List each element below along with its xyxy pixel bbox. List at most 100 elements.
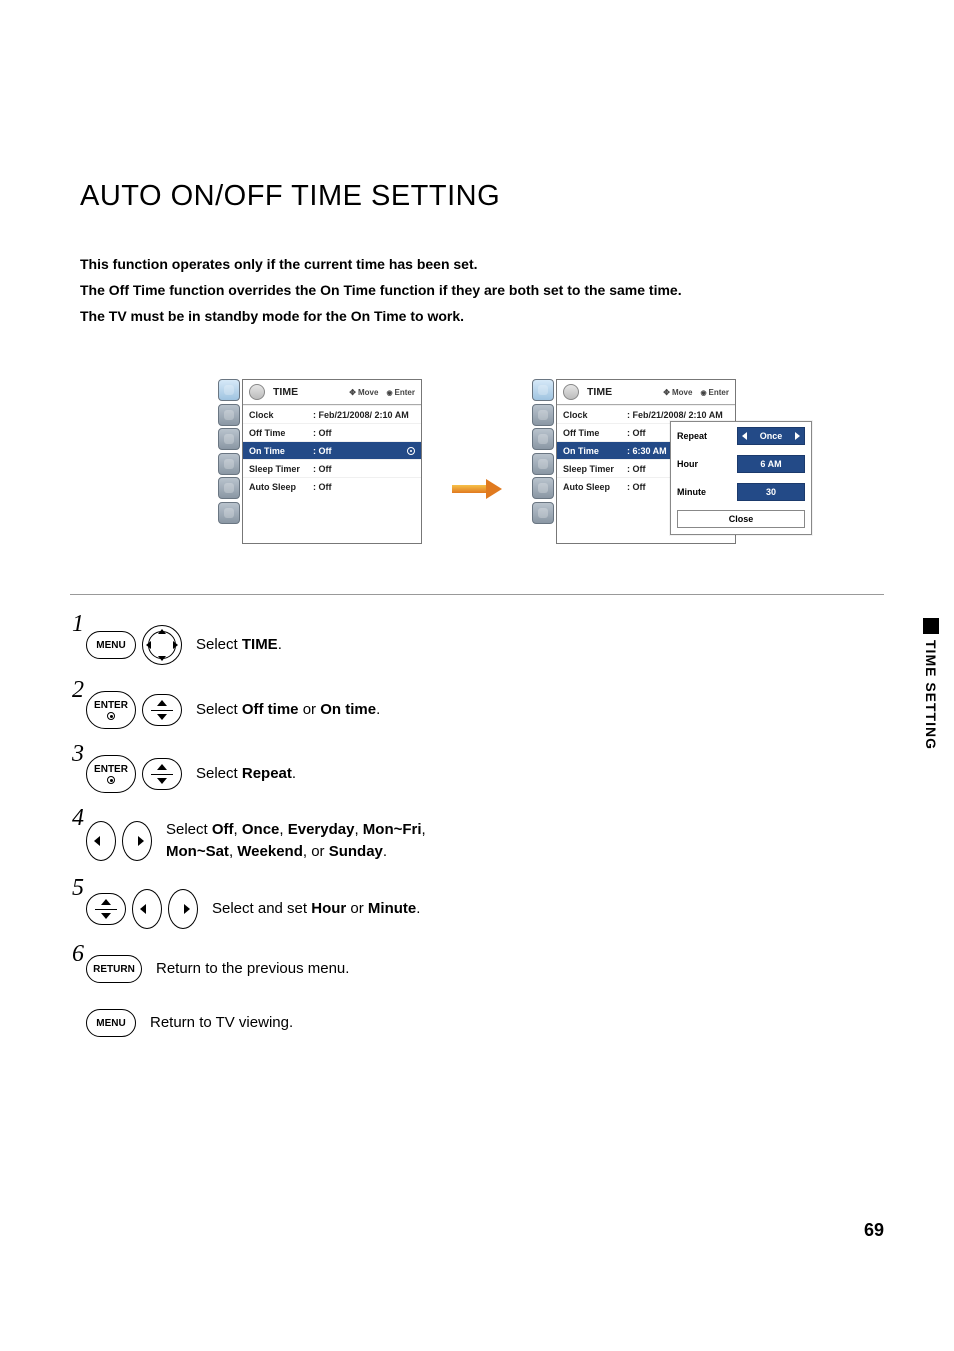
menu-icon-time <box>218 379 240 401</box>
row-value: Off <box>313 464 332 474</box>
step-1: 1 MENU Select TIME. <box>80 625 874 665</box>
row-label: Auto Sleep <box>563 482 621 492</box>
row-value: Feb/21/2008/ 2:10 AM <box>627 410 723 420</box>
menu-category-icons <box>532 379 556 524</box>
enter-bullet-icon <box>407 447 415 455</box>
row-label: Sleep Timer <box>563 464 621 474</box>
remote-enter-button: ENTER <box>86 691 136 729</box>
clock-icon <box>563 384 579 400</box>
step-text: Select and set Hour or Minute. <box>212 898 420 920</box>
step-4: 4 Select Off, Once, Everyday, Mon~Fri, M… <box>80 819 874 863</box>
menu-icon <box>532 428 554 450</box>
osd-title: TIME <box>587 386 612 398</box>
remote-right-icon <box>168 889 198 929</box>
step-number: 1 <box>72 611 84 638</box>
menu-icon-time <box>532 379 554 401</box>
step-2: 2 ENTER Select Off time or On time. <box>80 691 874 729</box>
remote-updown-icon <box>142 694 182 726</box>
enter-dot-icon <box>107 712 115 720</box>
remote-left-icon <box>132 889 162 929</box>
row-label: Clock <box>563 410 621 420</box>
row-label: Sleep Timer <box>249 464 307 474</box>
step-text: Return to TV viewing. <box>150 1012 293 1034</box>
menu-icon <box>218 502 240 524</box>
time-detail-popup: Repeat Once Hour 6 AM Minute 30 Close <box>670 421 812 535</box>
step-text: Select Repeat. <box>196 763 296 785</box>
step-number: 4 <box>72 805 84 832</box>
menu-icon <box>532 502 554 524</box>
step-number: 6 <box>72 941 84 968</box>
popup-close: Close <box>677 510 805 528</box>
steps: 1 MENU Select TIME. 2 ENTER Select Off t… <box>80 625 874 1037</box>
hint-move: Move <box>663 388 692 397</box>
intro-text: This function operates only if the curre… <box>80 251 874 329</box>
step-6: 6 RETURN Return to the previous menu. <box>80 955 874 983</box>
menu-icon <box>532 453 554 475</box>
step-3: 3 ENTER Select Repeat. <box>80 755 874 793</box>
divider <box>70 594 884 595</box>
step-text: Select Off time or On time. <box>196 699 380 721</box>
step-text: Return to the previous menu. <box>156 958 349 980</box>
popup-label: Minute <box>677 487 721 497</box>
row-label: Off Time <box>249 428 307 438</box>
remote-enter-button: ENTER <box>86 755 136 793</box>
step-5: 5 Select and set Hour or Minute. <box>80 889 874 929</box>
step-text: Select Off, Once, Everyday, Mon~Fri, Mon… <box>166 819 426 863</box>
page-title: AUTO ON/OFF TIME SETTING <box>80 180 874 213</box>
remote-left-icon <box>86 821 116 861</box>
clock-icon <box>249 384 265 400</box>
popup-value-hour: 6 AM <box>737 455 805 473</box>
osd-after: TIME Move Enter Clock Feb/21/2008/ 2:10 A… <box>532 379 736 544</box>
remote-menu-button: MENU <box>86 631 136 659</box>
popup-label: Repeat <box>677 431 721 441</box>
popup-label: Hour <box>677 459 721 469</box>
osd-before: TIME Move Enter Clock Feb/21/2008/ 2:10 A… <box>218 379 422 544</box>
menu-category-icons <box>218 379 242 524</box>
row-label: Auto Sleep <box>249 482 307 492</box>
remote-right-icon <box>122 821 152 861</box>
enter-dot-icon <box>107 776 115 784</box>
remote-updown-icon <box>142 758 182 790</box>
arrow-icon <box>452 482 502 496</box>
menu-icon <box>218 477 240 499</box>
row-on-time-selected: On TimeOff <box>243 441 421 459</box>
intro-line-1: This function operates only if the curre… <box>80 251 874 277</box>
step-number: 3 <box>72 741 84 768</box>
menu-icon <box>218 404 240 426</box>
row-value: Off <box>627 482 646 492</box>
step-number: 5 <box>72 875 84 902</box>
intro-line-2: The Off Time function overrides the On T… <box>80 277 874 303</box>
hint-enter: Enter <box>386 388 415 397</box>
step-number: 2 <box>72 677 84 704</box>
section-marker-icon <box>923 618 939 634</box>
remote-menu-button: MENU <box>86 1009 136 1037</box>
row-label: Off Time <box>563 428 621 438</box>
popup-value-repeat: Once <box>737 427 805 445</box>
row-value: Off <box>313 428 332 438</box>
remote-return-button: RETURN <box>86 955 142 983</box>
osd-panels: TIME Move Enter Clock Feb/21/2008/ 2:10 A… <box>80 379 874 544</box>
step-text: Select TIME. <box>196 634 282 656</box>
triangle-right-icon <box>795 432 800 440</box>
step-menu-return: MENU Return to TV viewing. <box>80 1009 874 1037</box>
osd-title: TIME <box>273 386 298 398</box>
triangle-left-icon <box>742 432 747 440</box>
menu-icon <box>532 404 554 426</box>
osd-panel: TIME Move Enter Clock Feb/21/2008/ 2:10 A… <box>242 379 422 544</box>
menu-icon <box>532 477 554 499</box>
remote-updown-icon <box>86 893 126 925</box>
page-number: 69 <box>864 1220 884 1241</box>
row-value: Off <box>627 428 646 438</box>
row-value: Feb/21/2008/ 2:10 AM <box>313 410 409 420</box>
intro-line-3: The TV must be in standby mode for the O… <box>80 303 874 329</box>
menu-icon <box>218 453 240 475</box>
row-value: Off <box>627 464 646 474</box>
hint-move: Move <box>349 388 378 397</box>
remote-dpad-icon <box>142 625 182 665</box>
menu-icon <box>218 428 240 450</box>
popup-value-minute: 30 <box>737 483 805 501</box>
row-label: Clock <box>249 410 307 420</box>
row-value: Off <box>313 482 332 492</box>
hint-enter: Enter <box>700 388 729 397</box>
section-label: TIME SETTING <box>923 640 939 750</box>
